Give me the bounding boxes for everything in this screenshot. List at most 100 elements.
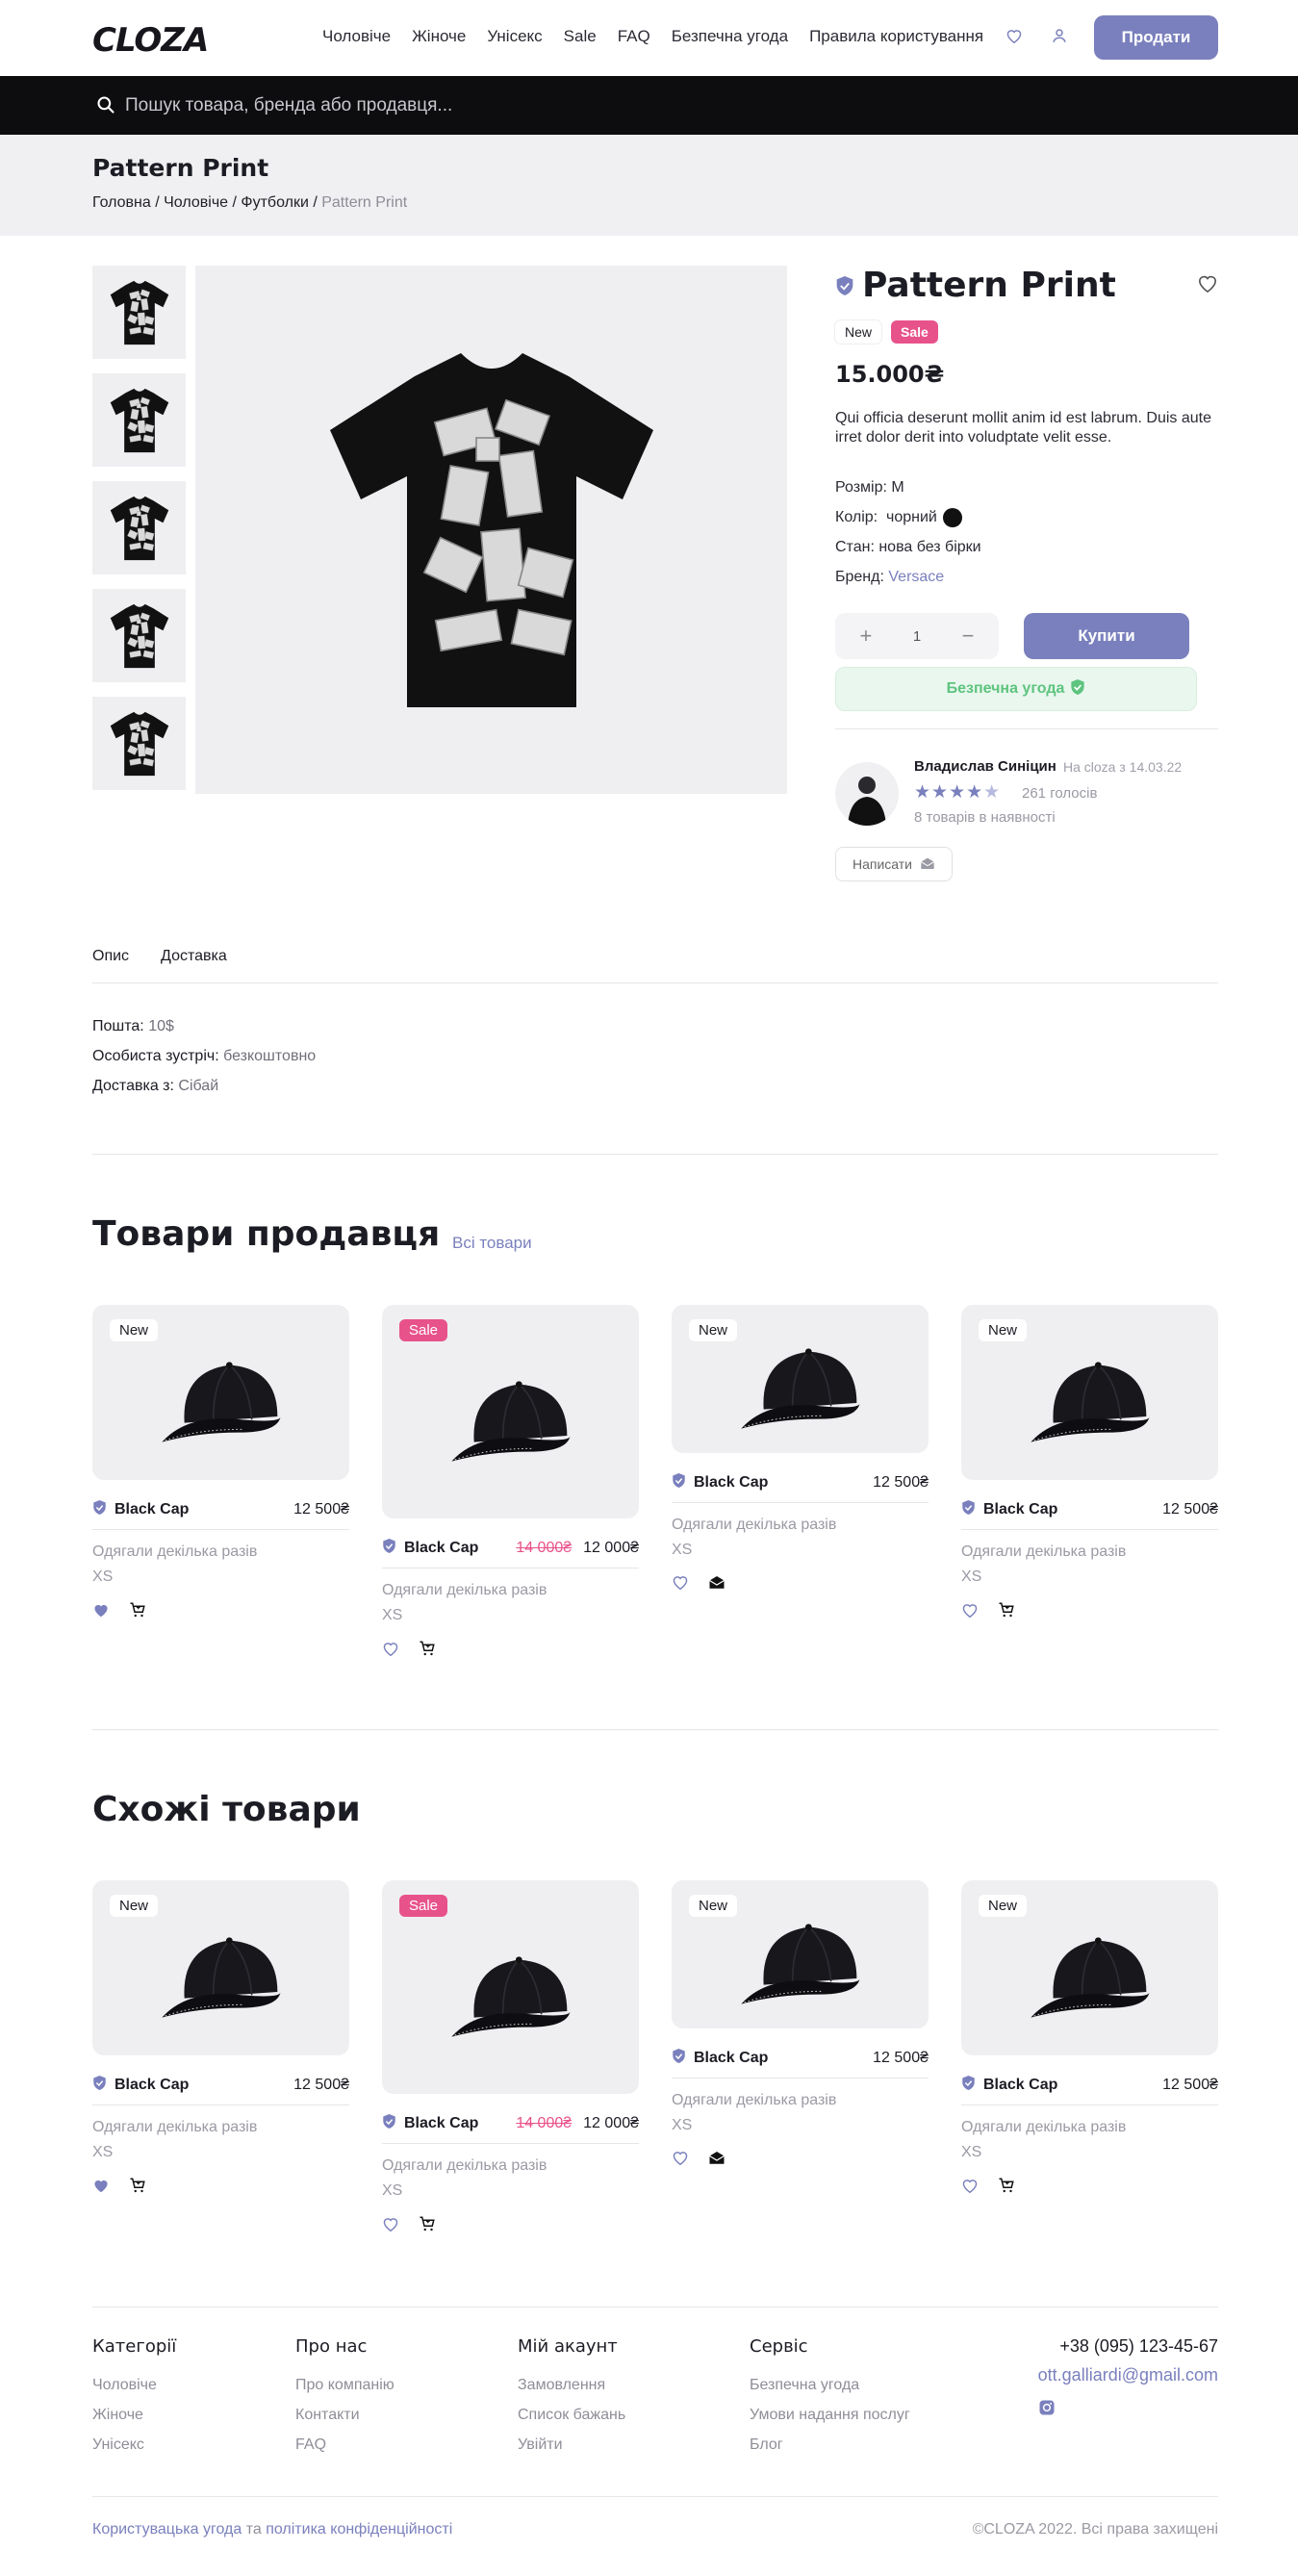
- add-to-cart-icon[interactable]: [419, 2215, 436, 2237]
- product-card[interactable]: New Black Cap 12 500₴ Одягали декілька разі…: [672, 1880, 929, 2170]
- product-thumbnail[interactable]: [92, 373, 186, 467]
- qty-value: 1: [912, 627, 922, 645]
- nav-item-unisex[interactable]: Унісекс: [487, 27, 542, 46]
- product-card[interactable]: New Black Cap 12 500₴ Одягали декілька разі…: [961, 1880, 1218, 2199]
- instagram-icon[interactable]: [1038, 2399, 1218, 2421]
- product-card-image[interactable]: New: [961, 1880, 1218, 2055]
- product-name[interactable]: Black Cap: [694, 2050, 873, 2067]
- breadcrumb-men[interactable]: Чоловіче: [164, 194, 228, 211]
- add-to-cart-icon[interactable]: [998, 1601, 1015, 1623]
- sell-button[interactable]: Продати: [1094, 15, 1218, 60]
- footer-link[interactable]: Про компанію: [295, 2370, 394, 2400]
- safe-deal-banner[interactable]: Безпечна угода: [835, 667, 1197, 711]
- breadcrumb-tshirts[interactable]: Футболки: [241, 194, 308, 211]
- buy-button[interactable]: Купити: [1024, 613, 1189, 659]
- breadcrumb-home[interactable]: Головна: [92, 194, 151, 211]
- product-card-image[interactable]: New: [672, 1880, 929, 2028]
- nav-item-rules[interactable]: Правила користування: [809, 27, 983, 46]
- footer-link[interactable]: Чоловіче: [92, 2370, 176, 2400]
- favorite-heart-icon[interactable]: [1197, 273, 1218, 297]
- product-thumbnail[interactable]: [92, 481, 186, 574]
- footer-link[interactable]: Увійти: [518, 2430, 625, 2460]
- message-icon[interactable]: [708, 2150, 725, 2170]
- product-card-image[interactable]: New: [672, 1305, 929, 1453]
- qty-minus-button[interactable]: −: [954, 624, 982, 649]
- product-thumbnail[interactable]: [92, 589, 186, 682]
- product-name[interactable]: Black Cap: [983, 2077, 1162, 2094]
- heart-icon[interactable]: [92, 1602, 110, 1622]
- tab-description[interactable]: Опис: [92, 948, 129, 982]
- message-icon[interactable]: [708, 1574, 725, 1594]
- product-card[interactable]: Sale Black Cap 14 000₴ 12 000₴ Одягали декіл…: [382, 1880, 639, 2237]
- heart-icon[interactable]: [382, 2216, 399, 2236]
- product-card[interactable]: New Black Cap 12 500₴ Одягали декілька разі…: [672, 1305, 929, 1594]
- add-to-cart-icon[interactable]: [129, 2177, 146, 2199]
- product-name[interactable]: Black Cap: [115, 1501, 293, 1518]
- product-card[interactable]: Sale Black Cap 14 000₴ 12 000₴ Одягали декіл…: [382, 1305, 639, 1662]
- product-thumbnail[interactable]: [92, 266, 186, 359]
- heart-icon[interactable]: [672, 2150, 689, 2170]
- footer-link[interactable]: Список бажань: [518, 2400, 625, 2430]
- privacy-policy-link[interactable]: політика конфіденційності: [266, 2521, 452, 2538]
- qty-plus-button[interactable]: +: [852, 624, 880, 649]
- nav-item-men[interactable]: Чоловіче: [322, 27, 391, 46]
- write-message-button[interactable]: Написати: [835, 847, 953, 881]
- footer-link[interactable]: Блог: [750, 2430, 910, 2460]
- condition-label: Стан:: [835, 539, 875, 555]
- product-name[interactable]: Black Cap: [983, 1501, 1162, 1518]
- heart-icon[interactable]: [961, 2178, 979, 2198]
- product-price: 12 500₴: [873, 2050, 929, 2066]
- footer-email[interactable]: ott.galliardi@gmail.com: [1038, 2365, 1218, 2385]
- heart-icon[interactable]: [1004, 25, 1025, 46]
- add-to-cart-icon[interactable]: [129, 1601, 146, 1623]
- user-agreement-link[interactable]: Користувацька угода: [92, 2521, 242, 2538]
- footer-link[interactable]: Жіноче: [92, 2400, 176, 2430]
- footer-link[interactable]: Замовлення: [518, 2370, 625, 2400]
- product-card-image[interactable]: New: [92, 1880, 349, 2055]
- heart-icon[interactable]: [382, 1641, 399, 1661]
- product-card[interactable]: New Black Cap 12 500₴ Одягали декілька разі…: [961, 1305, 1218, 1623]
- footer-link[interactable]: Умови надання послуг: [750, 2400, 910, 2430]
- tab-delivery[interactable]: Доставка: [161, 948, 227, 982]
- product-thumbnail[interactable]: [92, 697, 186, 790]
- product-card-image[interactable]: Sale: [382, 1880, 639, 2094]
- verified-shield-icon: [672, 2048, 686, 2069]
- product-name[interactable]: Black Cap: [694, 1474, 873, 1492]
- old-price: 14 000₴: [516, 1540, 573, 1556]
- add-to-cart-icon[interactable]: [419, 1640, 436, 1662]
- seller-name[interactable]: Владислав Синіцин: [914, 758, 1056, 775]
- product-card-header: Black Cap 14 000₴ 12 000₴: [382, 1538, 639, 1569]
- footer-link[interactable]: Безпечна угода: [750, 2370, 910, 2400]
- footer-link[interactable]: FAQ: [295, 2430, 394, 2460]
- footer-link[interactable]: Контакти: [295, 2400, 394, 2430]
- product-card[interactable]: New Black Cap 12 500₴ Одягали декілька разі…: [92, 1880, 349, 2199]
- product-card-image[interactable]: Sale: [382, 1305, 639, 1518]
- product-name[interactable]: Black Cap: [115, 2077, 293, 2094]
- user-icon[interactable]: [1049, 25, 1070, 46]
- nav-item-sale[interactable]: Sale: [564, 27, 597, 46]
- product-card-image[interactable]: New: [92, 1305, 349, 1480]
- heart-icon[interactable]: [92, 2178, 110, 2198]
- add-to-cart-icon[interactable]: [998, 2177, 1015, 2199]
- product-card-image[interactable]: New: [961, 1305, 1218, 1480]
- seller-stock[interactable]: 8 товарів в наявності: [914, 809, 1056, 826]
- heart-icon[interactable]: [961, 1602, 979, 1622]
- seller-avatar[interactable]: [835, 762, 899, 826]
- nav-item-faq[interactable]: FAQ: [618, 27, 650, 46]
- logo[interactable]: CLOZA: [92, 21, 209, 60]
- product-card[interactable]: New Black Cap 12 500₴ Одягали декілька разі…: [92, 1305, 349, 1623]
- nav-item-safe-deal[interactable]: Безпечна угода: [672, 27, 788, 46]
- nav-item-women[interactable]: Жіноче: [412, 27, 466, 46]
- product-name[interactable]: Black Cap: [404, 2115, 516, 2132]
- footer-link[interactable]: Унісекс: [92, 2430, 176, 2460]
- condition-value: нова без бірки: [878, 539, 981, 555]
- search-input[interactable]: [125, 89, 991, 122]
- all-products-link[interactable]: Всі товари: [452, 1234, 532, 1253]
- product-name[interactable]: Black Cap: [404, 1540, 516, 1557]
- footer-phone[interactable]: +38 (095) 123-45-67: [1038, 2336, 1218, 2357]
- heart-icon[interactable]: [672, 1574, 689, 1594]
- product-title: Pattern Print: [862, 266, 1116, 305]
- product-main-image[interactable]: [195, 266, 787, 794]
- product-price: 12 500₴: [293, 2077, 349, 2093]
- brand-link[interactable]: Versace: [888, 569, 944, 585]
